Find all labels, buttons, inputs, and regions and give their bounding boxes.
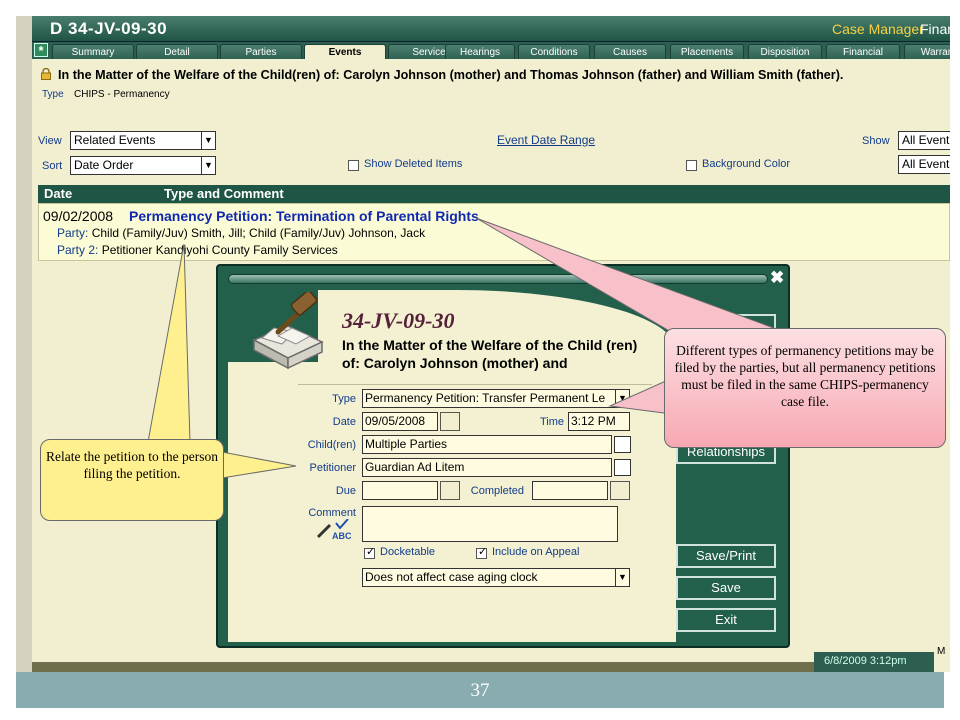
status-mode: M xyxy=(934,646,950,672)
petitioner-input[interactable]: Guardian Ad Litem xyxy=(362,458,612,477)
comment-textarea[interactable] xyxy=(362,506,618,542)
tab-summary[interactable]: Summary xyxy=(52,44,134,59)
tab-detail[interactable]: Detail xyxy=(136,44,218,59)
event-party-label: Party: xyxy=(57,226,89,240)
tab-bar: * Summary Detail Parties Events Service … xyxy=(32,42,950,59)
save-button[interactable]: Save xyxy=(676,576,776,600)
show-events-select[interactable]: All Events xyxy=(898,155,950,174)
time-input[interactable]: 3:12 PM xyxy=(568,412,630,431)
callout-permanency-types: Different types of permanency petitions … xyxy=(664,328,946,448)
exit-button[interactable]: Exit xyxy=(676,608,776,632)
include-on-appeal-label: Include on Appeal xyxy=(492,546,580,558)
view-select-value: Related Events xyxy=(74,133,156,147)
show-group-select[interactable]: All Event Gr xyxy=(898,131,950,150)
page-number: 37 xyxy=(470,680,490,701)
comment-label: Comment xyxy=(308,507,356,519)
show-deleted-label: Show Deleted Items xyxy=(364,158,463,170)
app-icon: D xyxy=(50,19,63,38)
completed-date-input[interactable] xyxy=(532,481,608,500)
menu-financial[interactable]: Finan xyxy=(920,21,950,37)
docketable-checkbox[interactable]: ✓ xyxy=(364,546,375,559)
calendar-icon[interactable] xyxy=(610,481,630,500)
chevron-down-icon[interactable]: ▼ xyxy=(201,132,215,149)
slide-footer: 37 xyxy=(16,672,944,708)
tab-placements[interactable]: Placements xyxy=(670,44,744,59)
add-tab-icon[interactable]: * xyxy=(34,43,48,58)
view-label: View xyxy=(38,135,62,147)
petitioner-label: Petitioner xyxy=(309,462,356,474)
time-label: Time xyxy=(539,416,564,428)
type-select-value: Permanency Petition: Transfer Permanent … xyxy=(365,391,606,405)
chevron-down-icon[interactable]: ▼ xyxy=(615,569,629,586)
event-date-range-link[interactable]: Event Date Range xyxy=(497,133,595,147)
lock-icon xyxy=(41,68,51,80)
callout-relate-petition: Relate the petition to the person filing… xyxy=(40,439,224,521)
dialog-matter-title: In the Matter of the Welfare of the Chil… xyxy=(342,337,638,371)
chevron-down-icon[interactable]: ▼ xyxy=(201,157,215,174)
event-party-value: Child (Family/Juv) Smith, Jill; Child (F… xyxy=(91,226,426,240)
docketable-label: Docketable xyxy=(380,546,436,558)
background-color-checkbox[interactable] xyxy=(686,160,697,171)
divider xyxy=(298,384,652,385)
tab-hearings[interactable]: Hearings xyxy=(445,44,515,59)
dialog-title-bar[interactable] xyxy=(228,274,768,284)
column-type-comment[interactable]: Type and Comment xyxy=(164,186,284,201)
close-icon[interactable]: ✖ xyxy=(770,268,784,288)
event-title[interactable]: Permanency Petition: Termination of Pare… xyxy=(129,208,479,224)
date-input[interactable]: 09/05/2008 xyxy=(362,412,438,431)
event-party2-line: Party 2: Petitioner Kandiyohi County Fam… xyxy=(57,243,338,257)
column-date[interactable]: Date xyxy=(44,186,72,201)
tab-warrants[interactable]: Warrants xyxy=(904,44,950,59)
sort-select-value: Date Order xyxy=(74,158,134,172)
tab-events[interactable]: Events xyxy=(304,44,386,59)
gavel-icon xyxy=(252,292,324,370)
chevron-down-icon[interactable]: ▼ xyxy=(615,390,629,407)
calendar-icon[interactable] xyxy=(440,412,460,431)
show-label: Show xyxy=(862,135,890,147)
tab-financial[interactable]: Financial xyxy=(826,44,900,59)
children-input[interactable]: Multiple Parties xyxy=(362,435,612,454)
event-date: 09/02/2008 xyxy=(43,208,114,224)
party-list-icon[interactable] xyxy=(614,459,631,476)
children-label: Child(ren) xyxy=(307,439,356,451)
background-color-label: Background Color xyxy=(702,158,791,170)
show-deleted-checkbox[interactable] xyxy=(348,160,359,171)
tab-parties[interactable]: Parties xyxy=(220,44,302,59)
events-grid-header: Date Type and Comment xyxy=(38,185,950,203)
view-select[interactable]: Related Events ▼ xyxy=(70,131,216,150)
tab-disposition[interactable]: Disposition xyxy=(748,44,822,59)
event-party-line: Party: Child (Family/Juv) Smith, Jill; C… xyxy=(57,226,425,240)
event-party2-label: Party 2: xyxy=(57,243,99,257)
event-row[interactable]: 09/02/2008 Permanency Petition: Terminat… xyxy=(38,203,950,261)
window-case-number: 34-JV-09-30 xyxy=(68,19,168,38)
left-rail xyxy=(16,16,32,672)
matter-title: In the Matter of the Welfare of the Chil… xyxy=(58,68,844,82)
party-list-icon[interactable] xyxy=(614,436,631,453)
aging-clock-select[interactable]: Does not affect case aging clock ▼ xyxy=(362,568,630,587)
event-dialog: ✖ 34-JV-09-30 In the Matter of the Welfa… xyxy=(216,264,790,648)
case-type-value: CHIPS - Permanency xyxy=(74,89,170,100)
date-label: Date xyxy=(332,416,356,428)
include-on-appeal-checkbox[interactable]: ✓ xyxy=(476,546,487,559)
sort-select[interactable]: Date Order ▼ xyxy=(70,156,216,175)
svg-text:ABC: ABC xyxy=(332,531,352,541)
title-bar: D 34-JV-09-30 Case Manager Finan xyxy=(32,16,950,42)
case-type-label: Type xyxy=(42,89,64,100)
type-select[interactable]: Permanency Petition: Transfer Permanent … xyxy=(362,389,630,408)
due-label: Due xyxy=(335,485,356,497)
tab-conditions[interactable]: Conditions xyxy=(518,44,590,59)
completed-label: Completed xyxy=(470,485,524,497)
menu-case-manager[interactable]: Case Manager xyxy=(832,21,924,37)
dialog-case-number: 34-JV-09-30 xyxy=(342,308,455,333)
due-date-input[interactable] xyxy=(362,481,438,500)
sort-label: Sort xyxy=(42,160,63,172)
tab-causes[interactable]: Causes xyxy=(594,44,666,59)
aging-clock-value: Does not affect case aging clock xyxy=(365,570,538,584)
spell-check-icon[interactable]: ABC xyxy=(314,519,356,541)
type-label: Type xyxy=(332,393,356,405)
event-party2-value: Petitioner Kandiyohi County Family Servi… xyxy=(101,243,338,257)
save-print-button[interactable]: Save/Print xyxy=(676,544,776,568)
status-timestamp: 6/8/2009 3:12pm xyxy=(814,652,934,672)
